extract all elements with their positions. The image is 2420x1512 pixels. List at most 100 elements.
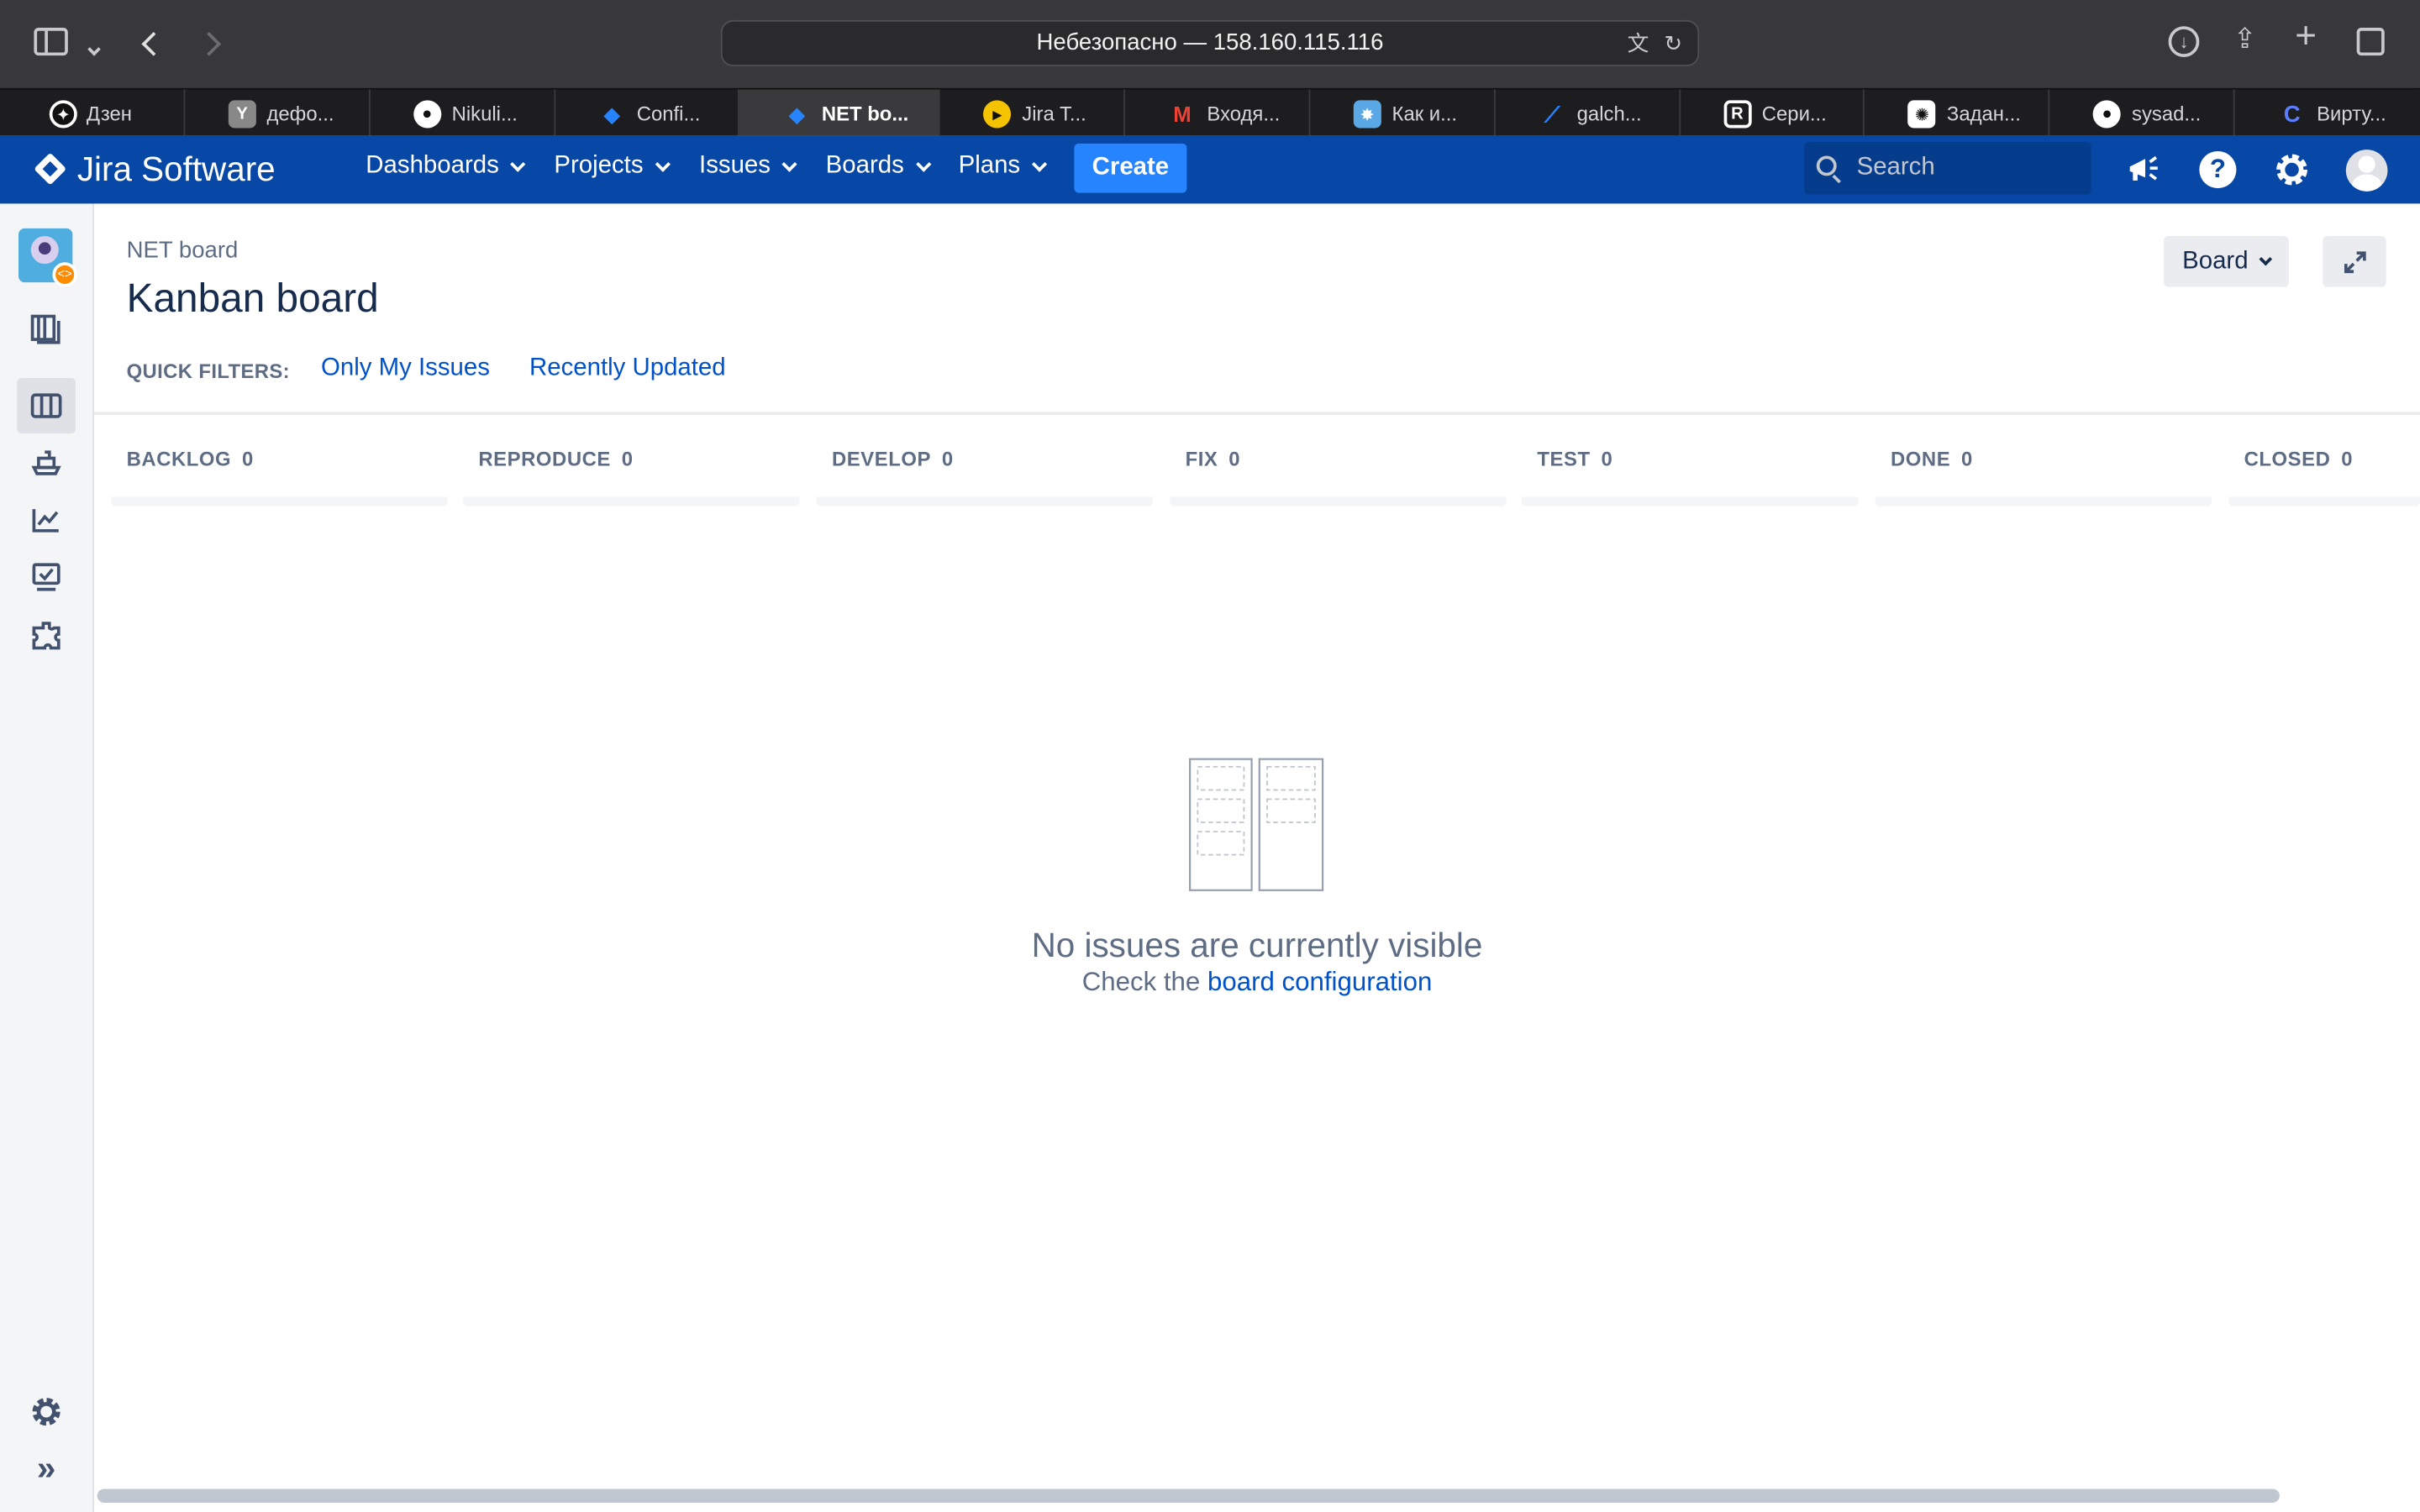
bitbucket-icon: ⟋	[1544, 101, 1560, 126]
confluence-icon: ◆	[603, 101, 621, 126]
issues-icon[interactable]	[17, 549, 76, 605]
column-count: 0	[242, 447, 254, 471]
jira-diamond-icon	[34, 152, 67, 186]
nav-projects[interactable]: Projects	[554, 153, 671, 181]
search-icon	[1816, 155, 1837, 176]
megaphone-icon[interactable]	[2123, 148, 2165, 191]
board-configuration-link[interactable]: board configuration	[1207, 968, 1432, 997]
create-button[interactable]: Create	[1074, 143, 1187, 193]
site-icon: ✸	[1353, 100, 1381, 129]
horizontal-scrollbar[interactable]	[97, 1488, 2280, 1503]
project-settings-icon[interactable]	[17, 1384, 76, 1440]
column-header-done: DONE 0	[1890, 447, 1973, 471]
forward-icon[interactable]	[197, 28, 222, 59]
reload-icon[interactable]: ↻	[1664, 31, 1682, 55]
nav-plans[interactable]: Plans	[959, 153, 1048, 181]
address-bar[interactable]: Небезопасно — 158.160.115.116 文 ↻	[720, 19, 1700, 66]
yandex-icon: Y	[228, 100, 256, 129]
tab-strip: ✦ Дзен Yдефо... ● Nikuli... ◆ Confi... ◆ NET…	[0, 87, 2420, 136]
browser-tab[interactable]: ● sysad...	[2050, 89, 2235, 136]
chevron-down-icon	[510, 155, 526, 171]
help-icon[interactable]: ?	[2196, 148, 2239, 191]
search-input[interactable]	[1856, 141, 2086, 195]
column-bar	[1522, 496, 1859, 507]
search-box	[1804, 141, 2091, 195]
browser-tab[interactable]: R Сери...	[1680, 89, 1865, 136]
openai-icon: ✺	[1907, 100, 1937, 129]
github-icon: ●	[413, 100, 441, 129]
chevron-down-icon	[1032, 155, 1048, 171]
address-text: Небезопасно — 158.160.115.116	[1036, 29, 1384, 56]
browser-tab[interactable]: C Вирту...	[2235, 90, 2420, 136]
browser-tab[interactable]: ● Nikuli...	[370, 89, 555, 136]
board-main: NET board Kanban board Board QUICK FILTE…	[94, 203, 2420, 1512]
product-name: Jira Software	[76, 150, 276, 189]
cloud-icon: C	[2283, 101, 2301, 128]
browser-tab[interactable]: ⟋ galch...	[1495, 89, 1681, 136]
divider	[94, 412, 2420, 416]
column-count: 0	[1228, 447, 1241, 471]
browser-tab[interactable]: ✺ Задан...	[1865, 89, 2050, 136]
breadcrumb[interactable]: NET board	[127, 238, 239, 264]
browser-tab[interactable]: Yдефо...	[185, 89, 371, 136]
jira-icon: ◆	[788, 101, 806, 126]
settings-icon[interactable]	[2270, 148, 2313, 191]
empty-state-subtitle: Check the board configuration	[1081, 967, 1433, 997]
jira-logo[interactable]: Jira Software	[34, 150, 276, 190]
releases-icon[interactable]	[17, 435, 76, 491]
backlog-icon[interactable]	[17, 301, 76, 356]
browser-tab[interactable]: ◆ Confi...	[555, 89, 740, 136]
browser-tab[interactable]: ✦ Дзен	[0, 89, 186, 136]
quick-filter-recently-updated[interactable]: Recently Updated	[529, 354, 726, 382]
translate-icon[interactable]: 文	[1628, 31, 1649, 55]
project-avatar[interactable]: <>	[18, 228, 77, 287]
page-title: Kanban board	[126, 274, 379, 322]
expand-sidebar-icon[interactable]: »	[17, 1441, 76, 1497]
column-header-closed: CLOSED 0	[2244, 447, 2354, 471]
browser-tab[interactable]: M Входя...	[1125, 89, 1311, 136]
fullscreen-button[interactable]	[2323, 236, 2386, 287]
browser-tab[interactable]: ✸ Как и...	[1310, 89, 1496, 136]
column-count: 0	[1601, 447, 1613, 471]
column-bar	[816, 496, 1154, 507]
chevron-down-icon	[655, 155, 671, 171]
project-sidebar: <> »	[0, 203, 95, 1512]
column-header-develop: DEVELOP 0	[831, 447, 954, 471]
column-bar	[463, 496, 800, 507]
empty-board-illustration	[1189, 758, 1324, 891]
tab-overview-icon[interactable]	[2356, 28, 2385, 56]
back-icon[interactable]	[141, 28, 166, 59]
sidebar-toggle-icon[interactable]	[34, 28, 68, 56]
column-header-test: TEST 0	[1537, 447, 1613, 471]
browser-tab[interactable]: ▶ Jira T...	[940, 89, 1126, 136]
column-bar	[1170, 496, 1507, 507]
browser-tab-active[interactable]: ◆ NET bo...	[739, 89, 940, 136]
column-header-reproduce: REPRODUCE 0	[478, 447, 634, 471]
share-icon[interactable]: ⇪	[2233, 24, 2257, 55]
new-tab-icon[interactable]: +	[2295, 18, 2317, 55]
zen-icon: ✦	[49, 100, 77, 129]
column-count: 0	[941, 447, 954, 471]
gmail-icon: M	[1173, 102, 1192, 127]
downloads-icon[interactable]: ↓	[2168, 26, 2200, 57]
jira-top-nav: Jira Software Dashboards Projects Issues…	[0, 135, 2420, 204]
nav-issues[interactable]: Issues	[699, 153, 798, 181]
play-icon: ▶	[983, 100, 1012, 129]
user-avatar[interactable]	[2344, 148, 2387, 191]
column-bar	[111, 496, 448, 507]
reports-icon[interactable]	[17, 492, 76, 548]
nav-dashboards[interactable]: Dashboards	[366, 153, 526, 181]
quick-filter-only-my-issues[interactable]: Only My Issues	[321, 354, 490, 382]
chevron-down-icon	[915, 155, 931, 171]
column-count: 0	[2341, 447, 2354, 471]
board-icon[interactable]	[17, 377, 76, 434]
column-header-fix: FIX 0	[1185, 447, 1241, 471]
chevron-down-icon[interactable]	[87, 29, 101, 60]
empty-state-title: No issues are currently visible	[1031, 926, 1483, 964]
column-count: 0	[621, 447, 634, 471]
add-ons-icon[interactable]	[17, 608, 76, 664]
nav-boards[interactable]: Boards	[826, 153, 931, 181]
board-dropdown-button[interactable]: Board	[2164, 236, 2289, 287]
chevron-down-icon	[781, 155, 798, 171]
browser-toolbar: Небезопасно — 158.160.115.116 文 ↻ ↓ ⇪ +	[0, 0, 2420, 88]
